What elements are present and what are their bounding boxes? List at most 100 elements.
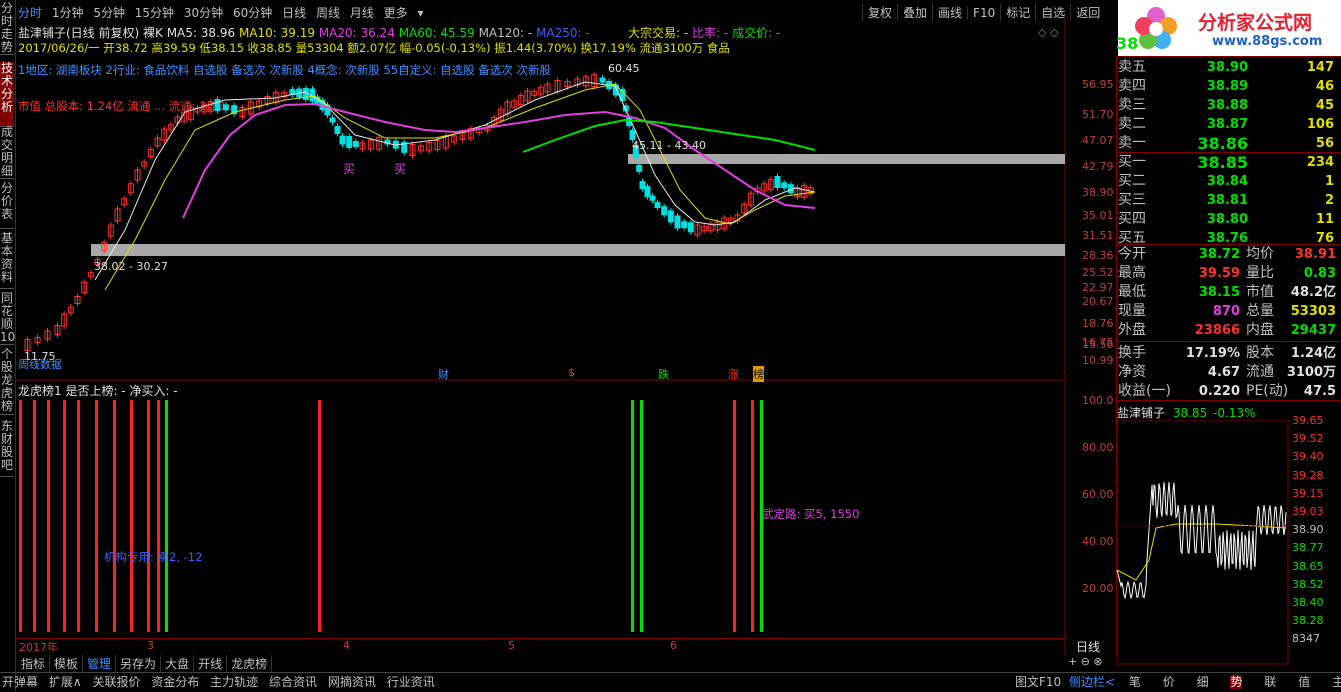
tab-manage[interactable]: 管理 [83,655,117,672]
news-button[interactable]: 综合资讯 [269,675,317,689]
trend-button[interactable]: 势 [1230,675,1243,689]
ask-price: 38.90 [1206,60,1248,75]
dragon-tiger-bar [147,400,150,632]
quote-label: 换手 [1118,345,1146,361]
ask-volume: 46 [1315,79,1334,94]
detail-button[interactable]: 细 [1197,675,1209,689]
main-button[interactable]: 主 [1332,675,1341,689]
tab-dragon-list[interactable]: 龙虎榜 [227,655,273,672]
ask-label: 卖五 [1118,59,1146,75]
indicator-tick: 60.00 [1082,488,1114,501]
tab-forum[interactable]: 东财股吧 [0,420,14,477]
finance-marker[interactable]: 财 [438,366,449,382]
price-tick: 25.52 [1082,266,1114,279]
indicator-tick: 100.0 [1082,394,1114,407]
link-button[interactable]: 联 [1264,675,1276,689]
price-tick: 51.70 [1082,108,1114,121]
tab-template[interactable]: 模板 [50,655,84,672]
ma10-line [104,83,816,291]
date-label-3: 3 [147,639,154,652]
price-tick: 10.99 [1082,354,1114,367]
tab-trades[interactable]: 成交明细 [0,126,14,179]
stock-code: 38 [1116,34,1139,53]
sidebar-button[interactable]: 侧边栏< [1069,675,1115,689]
quote-value: 3100万 [1286,365,1336,380]
mini-axis-tick: 39.28 [1292,468,1324,482]
bid-label: 买三 [1118,192,1146,208]
quote-value: 38.72 [1198,247,1240,262]
date-label-6: 6 [670,639,677,652]
ask-volume: 56 [1315,136,1334,151]
date-axis: 2017年 3 4 5 6 [15,638,1065,654]
mini-axis-tick: 38.28 [1292,614,1324,628]
bottom-right-bar: 图文F10 侧边栏< 笔 价 细 势 联 值 主 [1015,673,1341,690]
tab-technical[interactable]: 技术分析 [0,62,14,127]
mini-axis-tick: 38.77 [1292,541,1324,555]
branch-label: 武定路: 买5, 1550 [762,507,860,521]
bid-price: 38.81 [1206,193,1248,208]
ask-label: 卖一 [1118,135,1146,151]
quote-label: 市值 [1246,284,1274,300]
dragon-tiger-bar [63,400,66,632]
ask-row[interactable]: 卖三 38.88 45 [1118,96,1336,115]
expand-button[interactable]: 扩展∧ [49,675,82,689]
bid-row[interactable]: 买一 38.85 234 [1118,153,1336,172]
tick-button[interactable]: 笔 [1129,675,1141,689]
dragon-list-marker[interactable]: 榜 [753,366,764,382]
mini-axis-tick: 39.40 [1292,450,1324,464]
ask-row[interactable]: 卖五 38.90 147 [1118,58,1336,77]
mini-axis-tick: 39.65 [1292,414,1324,427]
buy-signal-1: 买 [343,162,356,176]
ask-row[interactable]: 卖四 38.89 46 [1118,77,1336,96]
zoom-controls[interactable]: + ⊖ ⊗ [1068,655,1103,668]
quote-label: PE(动) [1246,383,1289,399]
institution-label: 机构专用: 卖2, -12 [104,550,203,564]
date-label-5: 5 [508,639,515,652]
danmaku-button[interactable]: 开弹幕 [2,675,38,689]
tab-ths10[interactable]: 同花顺10 [0,292,15,345]
tab-intraday[interactable]: 分时走势 [0,2,14,55]
dividend-marker[interactable]: $ [568,366,575,379]
tab-price-table[interactable]: 分价表 [0,182,14,229]
main-track-button[interactable]: 主力轨迹 [210,675,258,689]
limit-up-marker[interactable]: 涨 [728,366,739,382]
fund-distribution-button[interactable]: 资金分布 [151,675,199,689]
price-tick: 42.79 [1082,160,1114,173]
ask-row[interactable]: 卖二 38.87 106 [1118,115,1336,134]
indicator-chart[interactable] [15,396,1065,636]
price-tick: 28.36 [1082,249,1114,262]
bid-row[interactable]: 买三 38.81 2 [1118,191,1336,210]
tab-market[interactable]: 大盘 [161,655,195,672]
web-news-button[interactable]: 网摘资讯 [328,675,376,689]
divider [1116,56,1341,57]
bid-volume: 2 [1324,193,1334,208]
tab-open-line[interactable]: 开线 [194,655,228,672]
quote-value: 53303 [1290,304,1336,319]
value-button[interactable]: 值 [1298,675,1310,689]
peak-label: 60.45 [608,62,640,75]
related-quote-button[interactable]: 关联报价 [92,675,140,689]
tab-indicator[interactable]: 指标 [17,655,51,672]
period-indicator: 日线 [1076,640,1101,654]
tab-save-as[interactable]: 另存为 [116,655,162,672]
price-tick: 38.90 [1082,186,1114,199]
bid-row[interactable]: 买二 38.84 1 [1118,172,1336,191]
f10-graphic-button[interactable]: 图文F10 [1015,675,1061,689]
buy-signal-2: 买 [394,162,407,176]
ask-price: 38.87 [1206,117,1248,132]
intraday-mini-chart[interactable] [1116,420,1292,665]
ask-row[interactable]: 卖一 38.86 56 [1118,134,1336,153]
quote-label: 股本 [1246,345,1274,361]
sub-tab-bar: 指标 模板 管理 另存为 大盘 开线 龙虎榜 [17,655,273,672]
dragon-tiger-bar [165,400,168,632]
quote-divider [1116,341,1341,342]
tab-dragon-tiger[interactable]: 个股龙虎榜 [0,348,14,415]
limit-down-marker[interactable]: 跌 [658,366,669,382]
industry-news-button[interactable]: 行业资讯 [387,675,435,689]
mini-axis-tick: 38.52 [1292,577,1324,591]
quote-row: 今开 38.72 均价 38.91 [1118,245,1338,264]
dragon-tiger-bar [130,400,133,632]
tab-basic-info[interactable]: 基本资料 [0,232,14,289]
bid-row[interactable]: 买四 38.80 11 [1118,210,1336,229]
price-button[interactable]: 价 [1163,675,1175,689]
